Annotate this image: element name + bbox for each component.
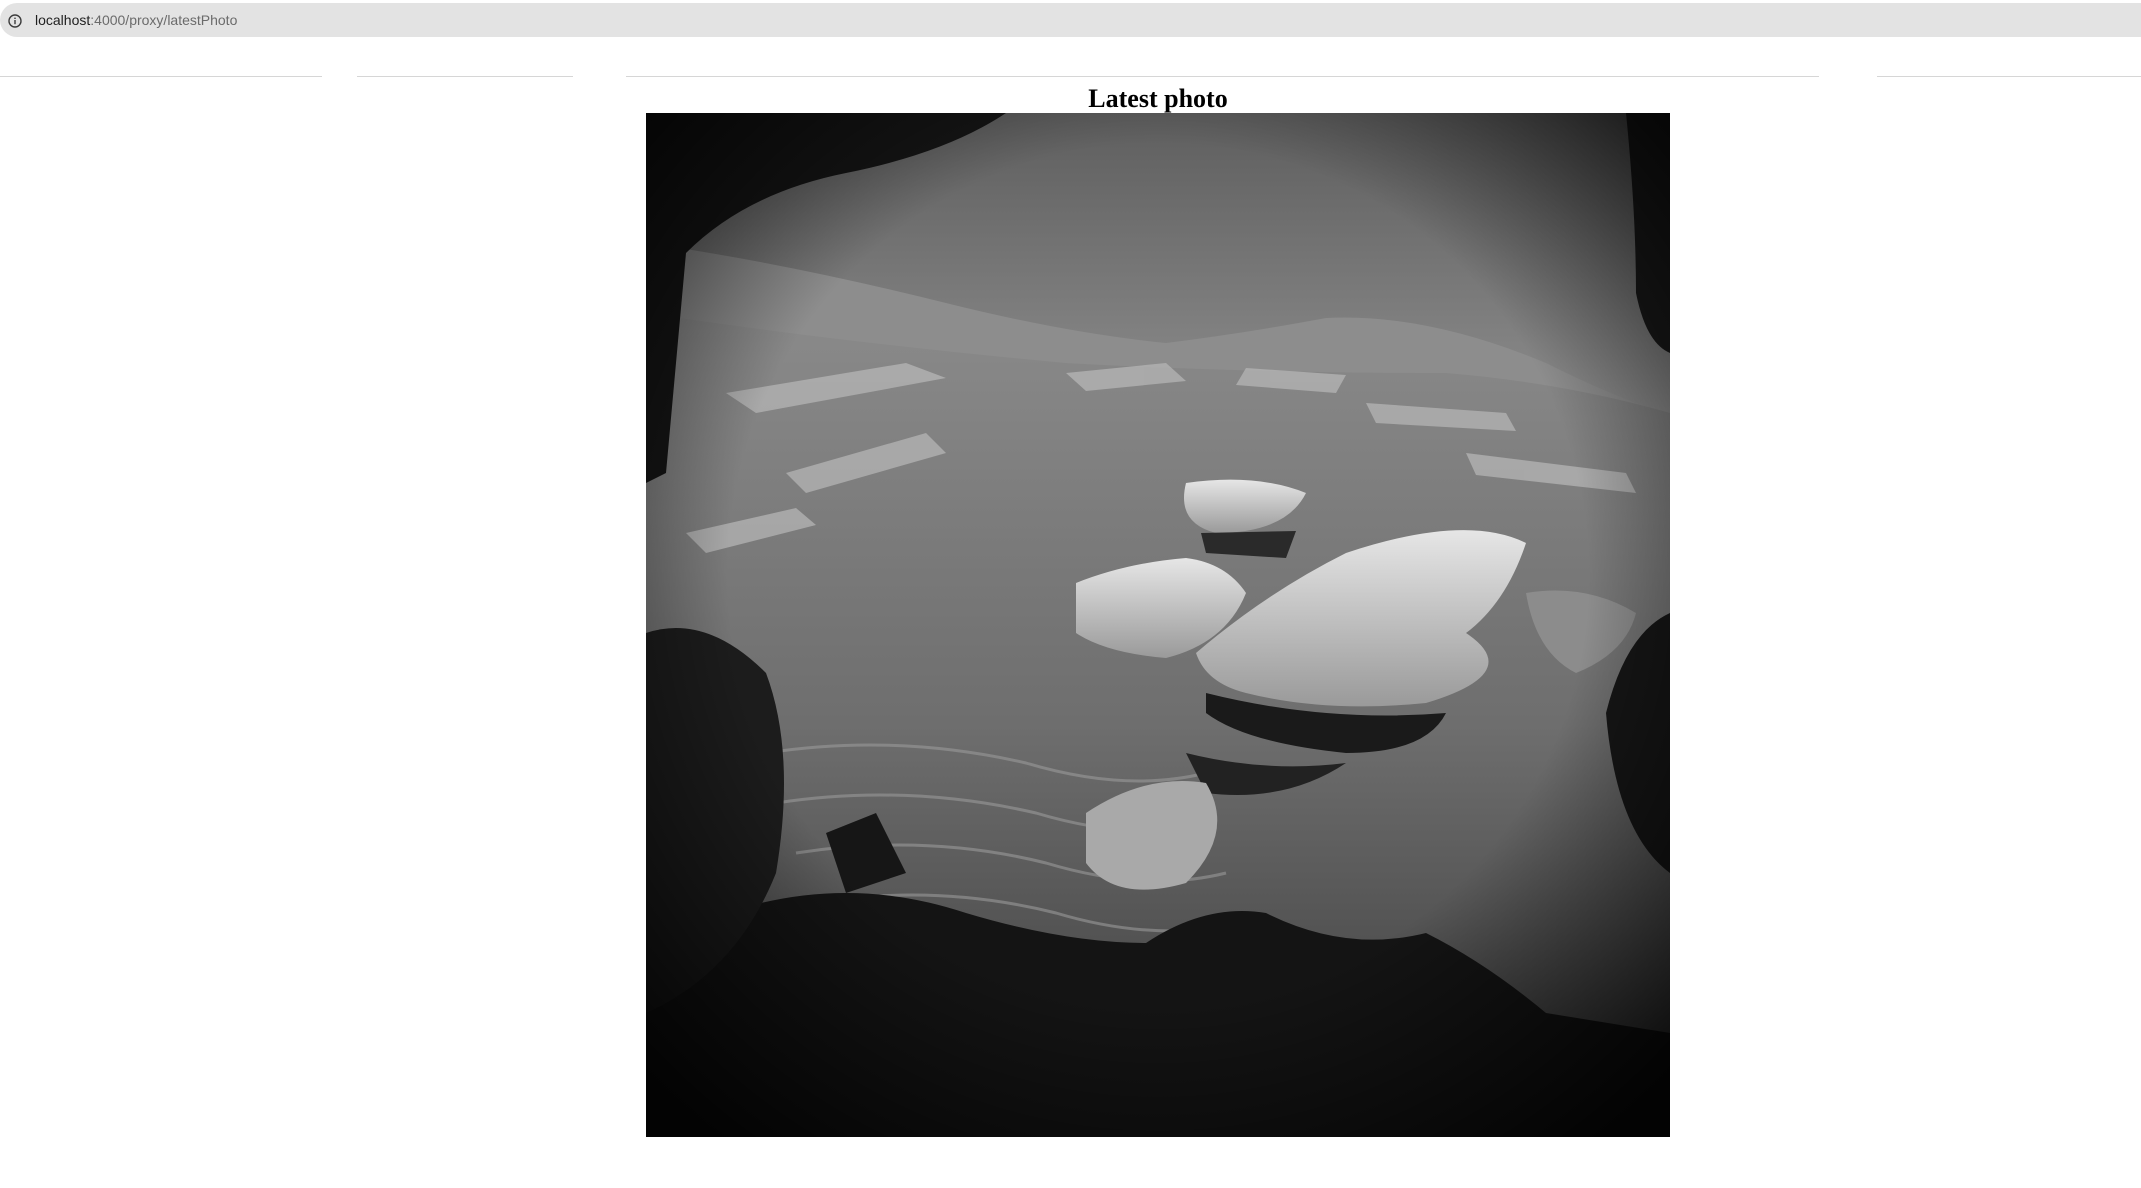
photo-image xyxy=(646,113,1670,1137)
divider xyxy=(357,76,573,77)
info-circle-icon[interactable] xyxy=(8,14,22,28)
address-bar[interactable]: localhost:4000/proxy/latestPhoto xyxy=(0,3,2141,37)
url-text[interactable]: localhost:4000/proxy/latestPhoto xyxy=(35,3,237,37)
page-title: Latest photo xyxy=(1088,84,1228,113)
divider xyxy=(0,76,322,77)
latest-photo xyxy=(646,113,1670,1137)
url-host: localhost xyxy=(35,12,91,28)
divider xyxy=(1877,76,2141,77)
divider xyxy=(626,76,1819,77)
url-path: :4000/proxy/latestPhoto xyxy=(90,12,238,28)
